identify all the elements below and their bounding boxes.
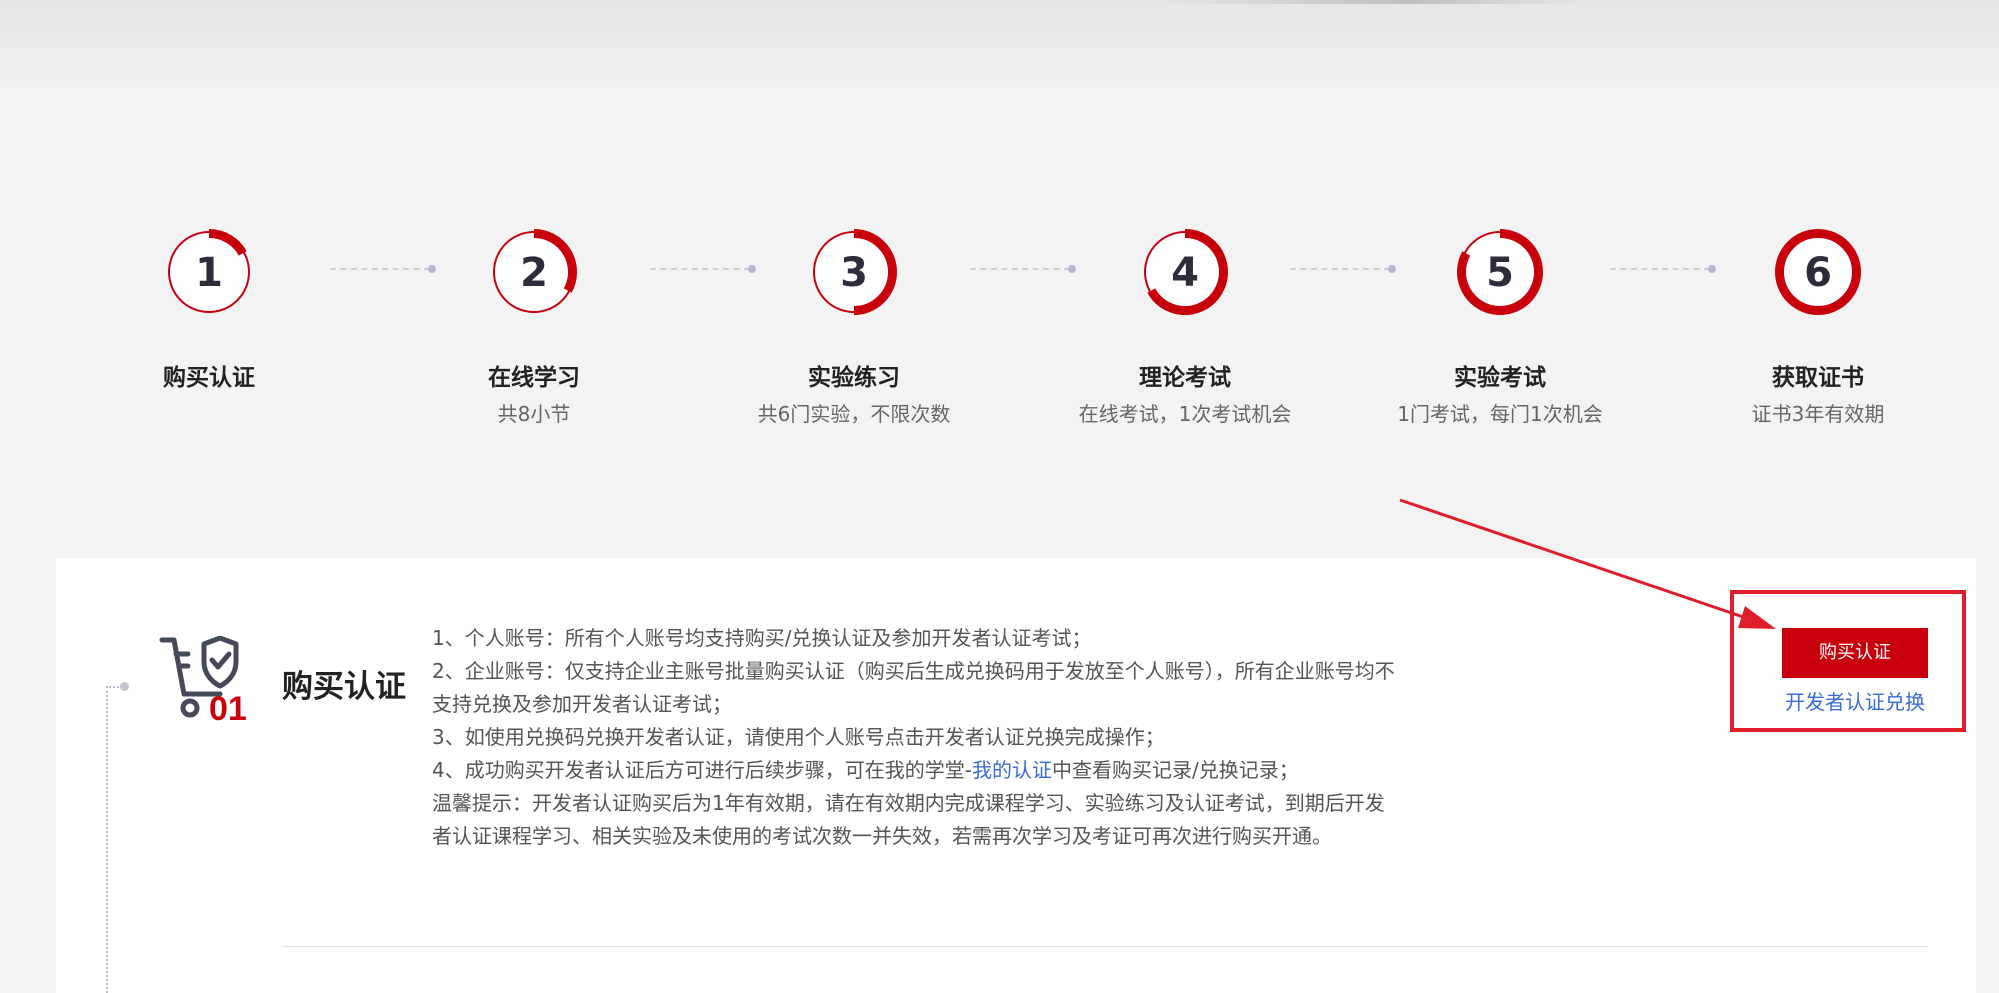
- step-subtitle: 在线考试，1次考试机会: [1078, 402, 1292, 426]
- step-6: 6 获取证书 证书3年有效期: [1688, 222, 1948, 428]
- note-item: 3、如使用兑换码兑换开发者认证，请使用个人账号点击开发者认证兑换完成操作；: [432, 725, 1165, 749]
- step-4: 4 理论考试 在线考试，1次考试机会: [1055, 222, 1315, 428]
- purchase-notes: 1、个人账号：所有个人账号均支持购买/兑换认证及参加开发者认证考试； 2、企业账…: [432, 622, 1402, 853]
- timeline-line: [106, 686, 108, 993]
- tip-text: 温馨提示：开发者认证购买后为1年有效期，请在有效期内完成课程学习、实验练习及认证…: [432, 791, 1385, 848]
- step-progress-ring: 2: [493, 229, 577, 313]
- step-progress-ring: 6: [1775, 229, 1861, 315]
- my-certification-link[interactable]: 我的认证: [972, 758, 1052, 782]
- note-item: 1、个人账号：所有个人账号均支持购买/兑换认证及参加开发者认证考试；: [432, 626, 1092, 650]
- step-3: 3 实验练习 共6门实验，不限次数: [724, 222, 984, 428]
- step-5: 5 实验考试 1门考试，每门1次机会: [1370, 222, 1630, 428]
- step-number: 3: [840, 250, 868, 296]
- note-text: 中查看购买记录/兑换记录；: [1051, 758, 1299, 782]
- step-number: 2: [520, 250, 548, 296]
- note-item: 4、成功购买开发者认证后方可进行后续步骤，可在我的学堂-我的认证中查看购买记录/…: [432, 754, 1402, 787]
- step-subtitle: 1门考试，每门1次机会: [1397, 402, 1603, 426]
- step-progress-ring: 4: [1144, 229, 1228, 315]
- step-title: 实验练习: [808, 365, 900, 391]
- shopping-cart-shield-icon: 01: [159, 636, 247, 724]
- step-title: 获取证书: [1772, 365, 1864, 391]
- section-title: 购买认证: [282, 669, 406, 705]
- step-number: 5: [1486, 250, 1514, 296]
- step-title: 在线学习: [488, 365, 580, 391]
- step-title: 理论考试: [1139, 365, 1231, 391]
- section-divider: [282, 946, 1928, 947]
- step-2: 2 在线学习 共8小节: [404, 222, 664, 428]
- step-progress-ring: 5: [1457, 229, 1543, 315]
- step-subtitle: 证书3年有效期: [1751, 402, 1885, 426]
- step-number: 6: [1804, 250, 1832, 296]
- step-1: 1 购买认证: [79, 222, 339, 428]
- note-item: 2、企业账号：仅支持企业主账号批量购买认证（购买后生成兑换码用于发放至个人账号）…: [432, 659, 1395, 716]
- step-title: 购买认证: [163, 365, 255, 391]
- annotation-highlight-box: [1730, 590, 1966, 732]
- timeline-dot: [120, 682, 129, 691]
- step-progress-ring: 1: [168, 229, 250, 313]
- step-number-badge: 01: [209, 690, 247, 724]
- step-number: 1: [195, 250, 223, 296]
- step-subtitle: 共6门实验，不限次数: [757, 402, 951, 426]
- note-text: 4、成功购买开发者认证后方可进行后续步骤，可在我的学堂-: [432, 758, 972, 782]
- step-subtitle: [79, 400, 339, 428]
- step-title: 实验考试: [1454, 365, 1546, 391]
- step-progress-ring: 3: [813, 229, 897, 315]
- step-subtitle: 共8小节: [497, 402, 571, 426]
- step-number: 4: [1171, 250, 1199, 296]
- certification-steps: 1 购买认证 2 在线学习 共8小节 3 实验练习 共6门实验，不限次数 4 理…: [0, 0, 1999, 520]
